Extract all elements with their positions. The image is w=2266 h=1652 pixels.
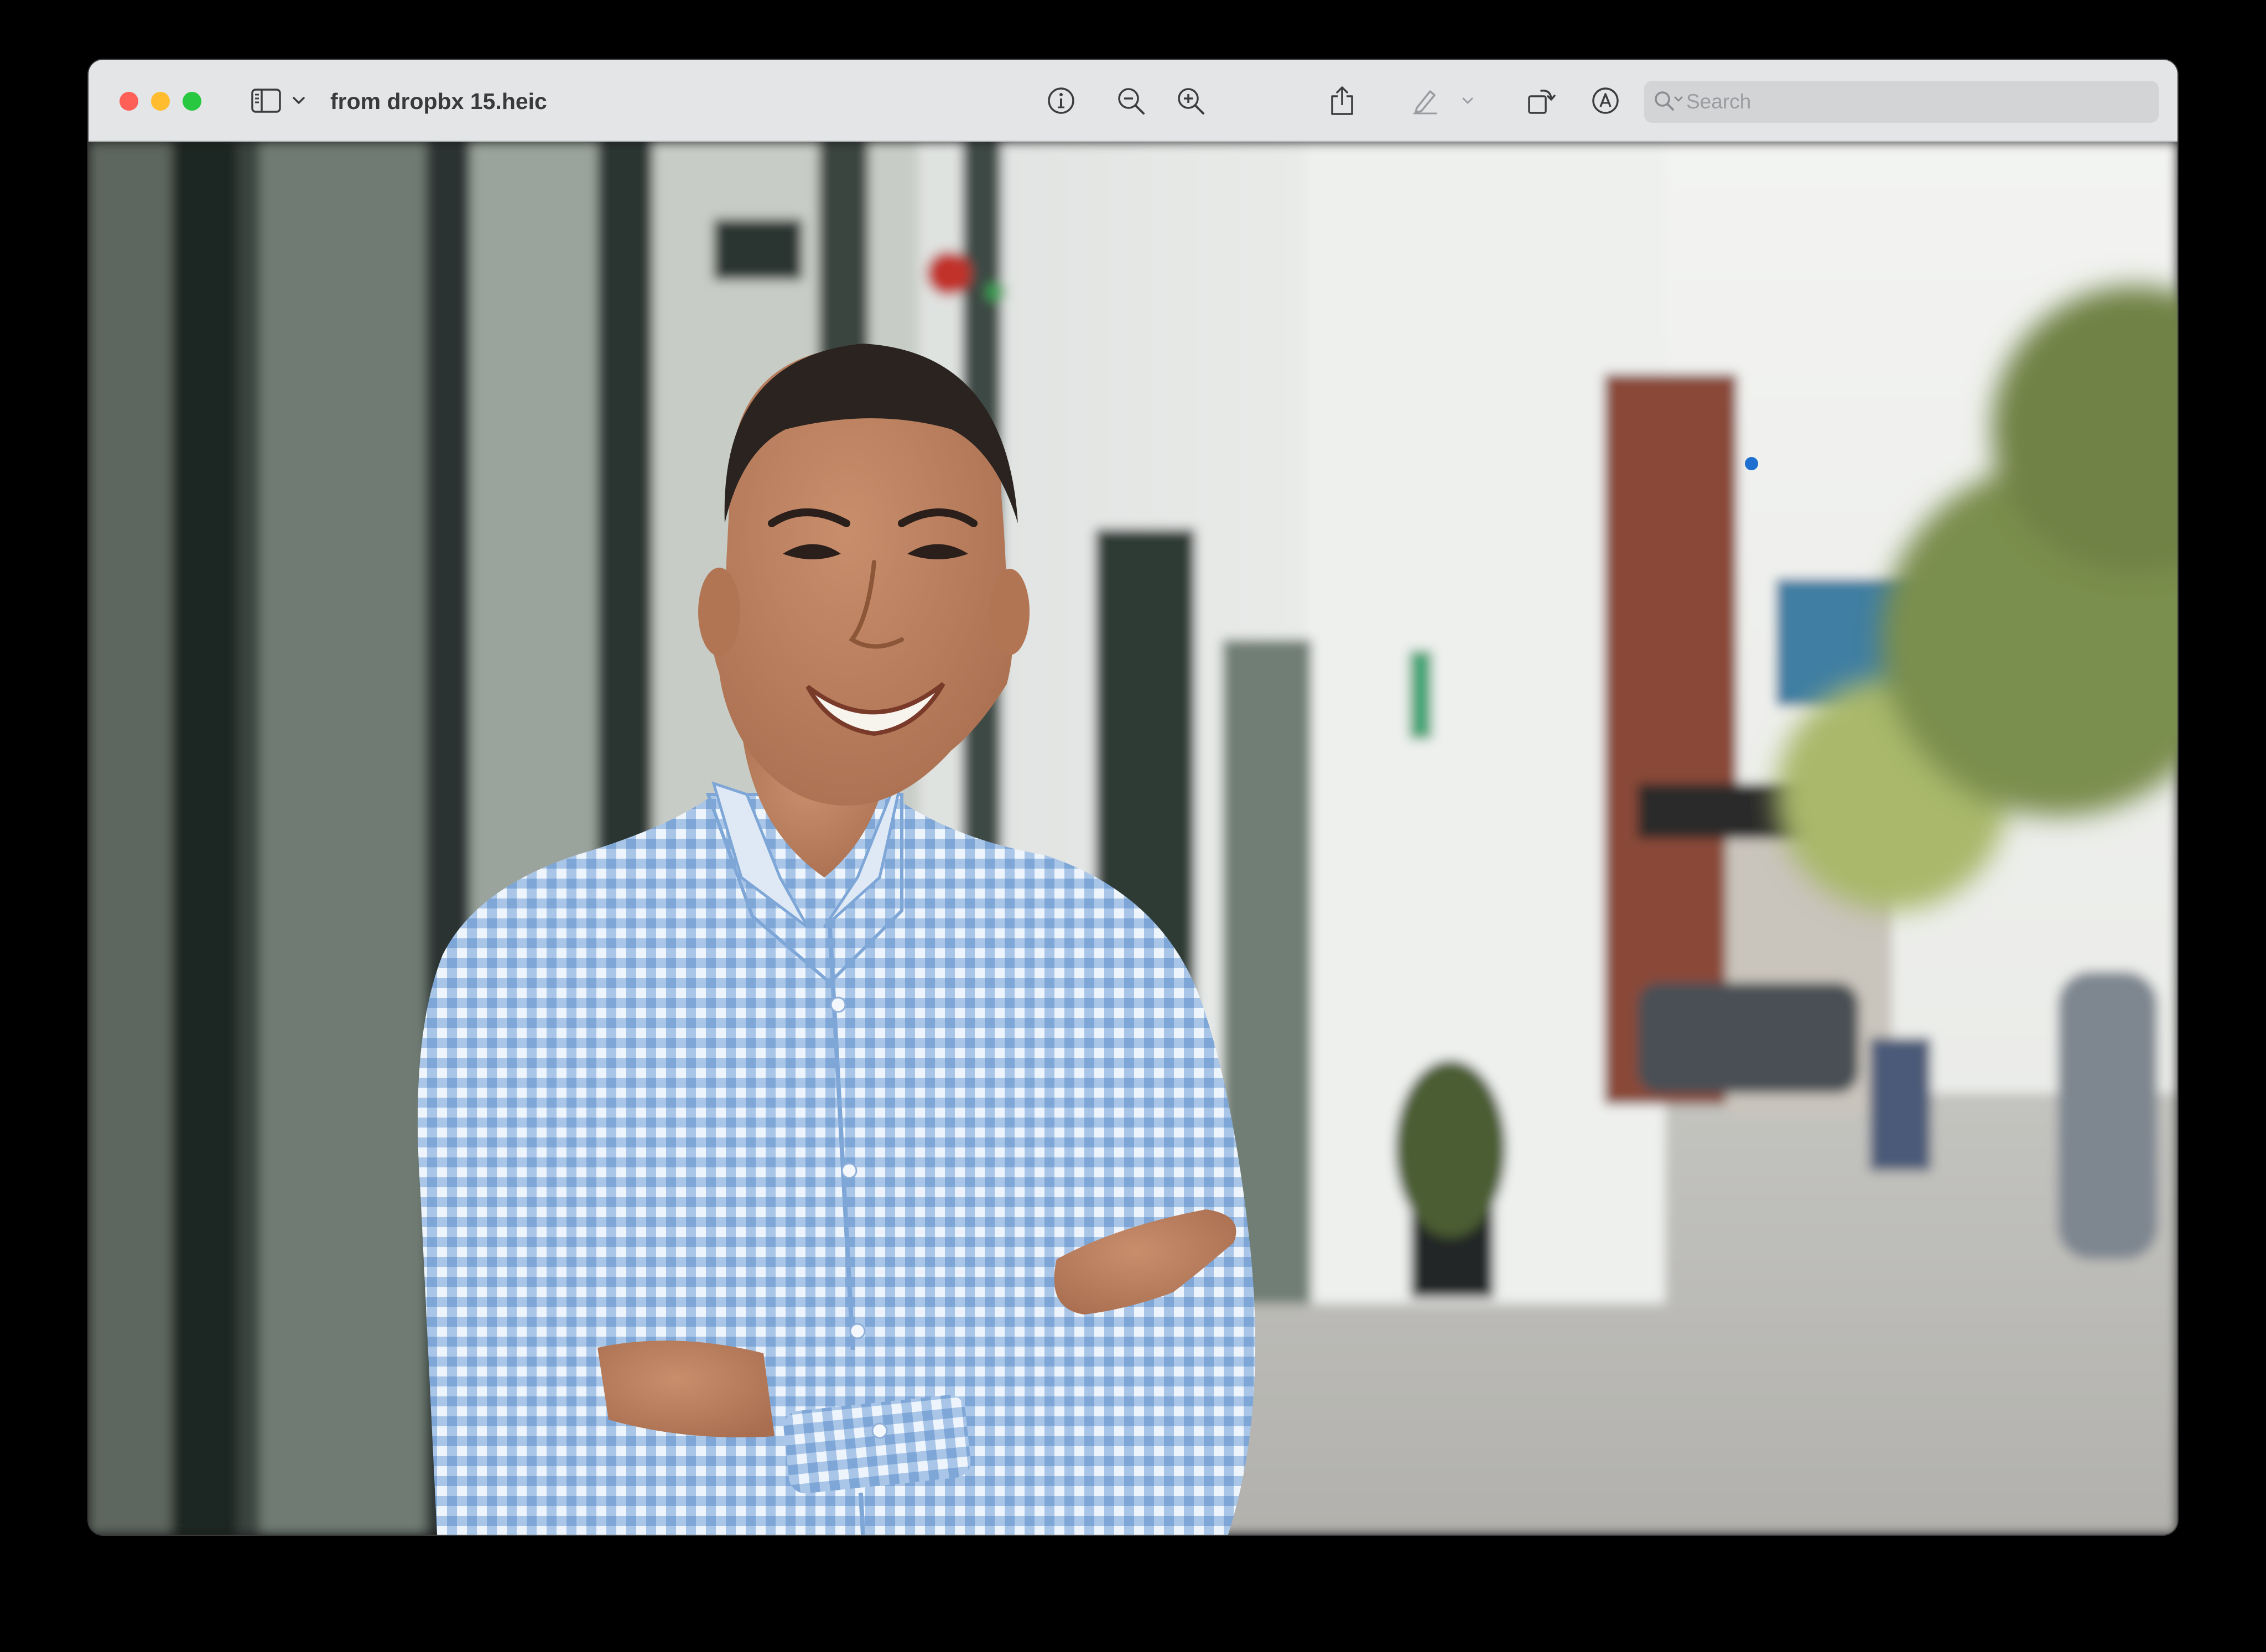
- zoom-in-button[interactable]: [1171, 84, 1210, 117]
- annotate-button[interactable]: [1586, 84, 1625, 117]
- zoom-button[interactable]: [183, 92, 201, 111]
- zoom-out-icon: [1118, 88, 1145, 115]
- annotate-icon: [1592, 87, 1619, 114]
- view-options-menu[interactable]: [288, 84, 310, 117]
- search-field[interactable]: [1644, 81, 2159, 123]
- sidebar-toggle-button[interactable]: [246, 84, 286, 117]
- rotate-icon: [1528, 90, 1556, 114]
- title-bar: from dropbx 15.heic: [89, 60, 2177, 142]
- minimize-button[interactable]: [151, 92, 170, 111]
- search-input[interactable]: [1686, 87, 2140, 116]
- zoom-in-icon: [1178, 88, 1204, 115]
- markup-chevron-icon: [1462, 97, 1473, 104]
- share-icon: [1331, 86, 1353, 115]
- sidebar-icon: [251, 89, 281, 113]
- info-button[interactable]: [1041, 84, 1081, 117]
- markup-pen-icon: [1413, 90, 1437, 115]
- markup-button[interactable]: [1405, 84, 1445, 117]
- markup-options-menu[interactable]: [1455, 84, 1480, 117]
- accent-dot: [1745, 457, 1758, 470]
- close-button[interactable]: [119, 92, 138, 111]
- search-icon: [1655, 91, 1683, 111]
- preview-window: from dropbx 15.heic: [89, 60, 2177, 1535]
- zoom-out-button[interactable]: [1111, 84, 1151, 117]
- info-icon: [1048, 87, 1074, 114]
- share-button[interactable]: [1322, 84, 1362, 117]
- image-viewer: [89, 142, 2177, 1535]
- photo-canvas: [89, 142, 2177, 1535]
- window-title: from dropbx 15.heic: [330, 89, 547, 114]
- rotate-button[interactable]: [1521, 84, 1561, 117]
- chevron-down-icon: [293, 97, 305, 104]
